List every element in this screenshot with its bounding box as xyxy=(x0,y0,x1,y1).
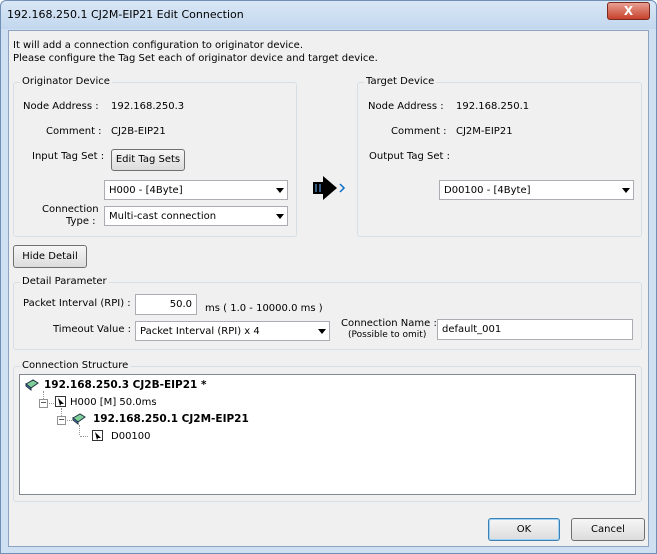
detail-parameter-legend: Detail Parameter xyxy=(20,276,109,287)
input-tag-item[interactable]: H000 [M] 50.0ms xyxy=(70,397,157,408)
connection-arrow-icon xyxy=(313,176,346,200)
packet-interval-label: Packet Interval (RPI) : xyxy=(23,298,131,309)
timeout-value: Packet Interval (RPI) x 4 xyxy=(140,326,260,337)
timeout-value-label: Timeout Value : xyxy=(53,324,132,335)
connection-name-label-2: (Possible to omit) xyxy=(348,330,427,340)
tree-line xyxy=(49,403,54,404)
tree-line xyxy=(79,425,80,435)
connection-structure-tree[interactable]: 192.168.250.3 CJ2B-EIP21 * − H000 [M] 50… xyxy=(19,374,636,495)
originator-node-address: 192.168.250.3 xyxy=(111,101,185,112)
plc-device-icon xyxy=(25,379,39,391)
edit-connection-window: 192.168.250.1 CJ2M-EIP21 Edit Connection… xyxy=(0,0,657,554)
window-title: 192.168.250.1 CJ2M-EIP21 Edit Connection xyxy=(7,8,244,21)
intro-line-2: Please configure the Tag Set each of ori… xyxy=(13,53,378,64)
target-comment: CJ2M-EIP21 xyxy=(456,126,513,137)
target-comment-label: Comment : xyxy=(391,126,447,137)
originator-comment: CJ2B-EIP21 xyxy=(111,126,166,137)
target-device-legend: Target Device xyxy=(364,76,437,87)
packet-interval-input[interactable]: 50.0 xyxy=(135,294,197,315)
connection-name-value: default_001 xyxy=(442,324,502,335)
chevron-down-icon xyxy=(276,188,284,193)
tag-arrow-icon xyxy=(92,430,103,441)
connection-type-label-1: Connection xyxy=(42,204,99,215)
originator-comment-label: Comment : xyxy=(46,126,102,137)
dialog-body: It will add a connection configuration t… xyxy=(8,30,649,547)
close-button[interactable]: X xyxy=(607,2,650,20)
output-tag-set-label: Output Tag Set : xyxy=(369,151,450,162)
cancel-button[interactable]: Cancel xyxy=(571,518,645,541)
tree-line xyxy=(80,436,88,437)
connection-name-input[interactable]: default_001 xyxy=(437,319,633,340)
output-tag-item[interactable]: D00100 xyxy=(111,431,151,442)
chevron-down-icon xyxy=(318,329,326,334)
target-node-address: 192.168.250.1 xyxy=(456,101,530,112)
originator-device-legend: Originator Device xyxy=(20,76,112,87)
originator-node-item[interactable]: 192.168.250.3 CJ2B-EIP21 * xyxy=(44,379,207,391)
tag-arrow-icon xyxy=(55,396,66,407)
connection-type-select[interactable]: Multi-cast connection xyxy=(104,206,288,226)
collapse-icon[interactable]: − xyxy=(39,399,48,408)
connection-type-label-2: Type : xyxy=(66,216,96,227)
plc-device-icon xyxy=(72,413,86,425)
packet-interval-value: 50.0 xyxy=(169,299,192,310)
input-tag-set-label: Input Tag Set : xyxy=(32,151,105,162)
hide-detail-button[interactable]: Hide Detail xyxy=(13,245,87,268)
target-node-item[interactable]: 192.168.250.1 CJ2M-EIP21 xyxy=(93,413,249,425)
ok-button[interactable]: OK xyxy=(488,518,560,541)
chevron-down-icon xyxy=(276,214,284,219)
intro-line-1: It will add a connection configuration t… xyxy=(13,40,304,51)
originator-node-address-label: Node Address : xyxy=(23,101,99,112)
target-node-address-label: Node Address : xyxy=(368,101,444,112)
edit-tag-sets-button[interactable]: Edit Tag Sets xyxy=(111,149,185,171)
output-tag-set-select[interactable]: D00100 - [4Byte] xyxy=(439,180,634,200)
connection-name-label-1: Connection Name : xyxy=(341,318,437,329)
connection-type-value: Multi-cast connection xyxy=(109,211,217,222)
collapse-icon[interactable]: − xyxy=(57,416,66,425)
input-tag-set-value: H000 - [4Byte] xyxy=(109,185,183,196)
packet-interval-range: ms ( 1.0 - 10000.0 ms ) xyxy=(205,303,323,314)
timeout-value-select[interactable]: Packet Interval (RPI) x 4 xyxy=(135,321,330,341)
title-bar[interactable]: 192.168.250.1 CJ2M-EIP21 Edit Connection… xyxy=(1,1,656,29)
chevron-down-icon xyxy=(622,188,630,193)
input-tag-set-select[interactable]: H000 - [4Byte] xyxy=(104,180,288,200)
output-tag-set-value: D00100 - [4Byte] xyxy=(444,185,531,196)
connection-structure-legend: Connection Structure xyxy=(20,360,131,371)
